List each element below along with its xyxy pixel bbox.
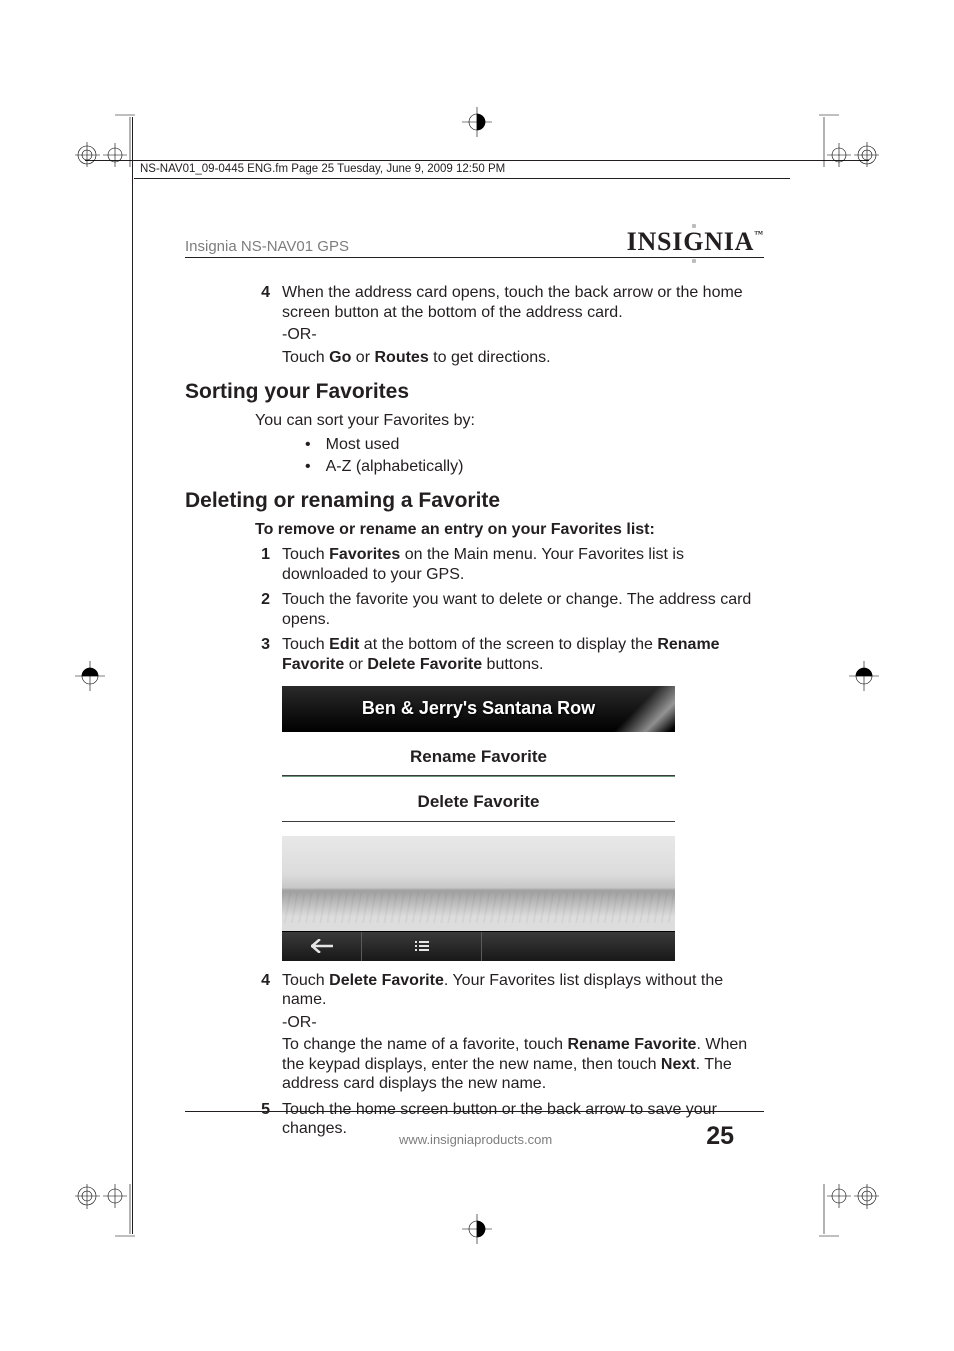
rename-favorite-option: Rename Favorite [282,732,675,776]
step-text: Touch Edit at the bottom of the screen t… [282,635,764,674]
step-number: 4 [245,971,270,1094]
step-text: When the address card opens, touch the b… [282,284,743,321]
step-text: Touch the favorite you want to delete or… [282,590,764,629]
screenshot-titlebar: Ben & Jerry's Santana Row [282,686,675,732]
delete-favorite-option: Delete Favorite [282,777,675,821]
back-arrow-icon [282,932,362,961]
body: 4 When the address card opens, touch the… [185,258,764,1139]
device-screenshot: Ben & Jerry's Santana Row Rename Favorit… [282,686,675,960]
header-underline [134,178,790,179]
page-number: 25 [706,1122,734,1151]
product-title: Insignia NS-NAV01 GPS [185,238,349,255]
bullet-list: Most used A-Z (alphabetically) [305,435,764,476]
page-margin-line [85,160,869,161]
step-number: 4 [245,283,270,367]
step-item: 2 Touch the favorite you want to delete … [185,590,764,629]
registration-mark-icon [819,107,879,167]
registration-mark-icon [75,1184,135,1244]
registration-mark-icon [819,1184,879,1244]
step-text: Touch Go or Routes to get directions. [282,348,764,368]
footer-url: www.insigniaproducts.com [245,1132,706,1147]
registration-mark-icon [462,1214,492,1244]
divider [282,821,675,822]
brand-logo: INSIGNIA™ [627,227,764,257]
or-text: -OR- [282,1013,764,1033]
step-item: 4 When the address card opens, touch the… [185,283,764,367]
intro-text: You can sort your Favorites by: [255,411,764,431]
step-item: 4 Touch Delete Favorite. Your Favorites … [185,971,764,1094]
step-text: Touch Favorites on the Main menu. Your F… [282,545,764,584]
procedure-intro: To remove or rename an entry on your Fav… [255,520,764,540]
screenshot-footer-bar [282,931,675,961]
page-footer: www.insigniaproducts.com 25 [185,1111,764,1151]
step-item: 1 Touch Favorites on the Main menu. Your… [185,545,764,584]
registration-mark-icon [849,661,879,691]
list-icon [362,932,482,961]
list-item: A-Z (alphabetically) [305,457,764,477]
screenshot-photo-area [282,836,675,931]
step-number: 2 [245,590,270,629]
page-content: Insignia NS-NAV01 GPS INSIGNIA™ 4 When t… [185,215,764,1161]
list-item: Most used [305,435,764,455]
section-heading: Deleting or renaming a Favorite [185,488,764,514]
running-header: Insignia NS-NAV01 GPS INSIGNIA™ [185,215,764,258]
step-text: Touch Delete Favorite. Your Favorites li… [282,971,764,1094]
or-text: -OR- [282,325,764,345]
footer-rule [185,1111,764,1112]
step-text: To change the name of a favorite, touch … [282,1035,764,1094]
registration-mark-icon [75,661,105,691]
registration-mark-icon [462,107,492,137]
registration-mark-icon [75,107,135,167]
step-item: 3 Touch Edit at the bottom of the screen… [185,635,764,674]
section-heading: Sorting your Favorites [185,379,764,405]
page-margin-line [132,117,133,1234]
step-number: 1 [245,545,270,584]
step-number: 3 [245,635,270,674]
